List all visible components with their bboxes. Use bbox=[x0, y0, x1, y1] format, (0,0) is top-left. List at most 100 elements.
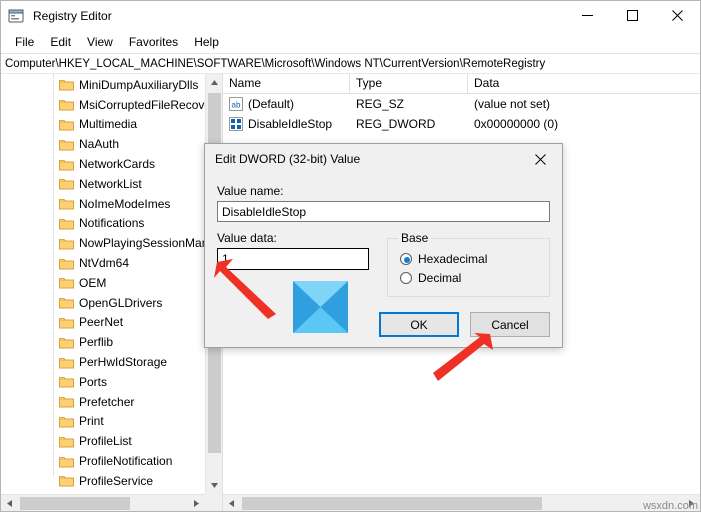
radio-decimal-icon[interactable] bbox=[400, 272, 412, 284]
value-data-label: Value data: bbox=[217, 231, 277, 245]
tree-scroll-down-arrow[interactable] bbox=[206, 477, 222, 494]
dialog-close-button[interactable] bbox=[518, 144, 562, 174]
tree-item-label: Multimedia bbox=[79, 117, 138, 132]
title-bar: Registry Editor bbox=[1, 1, 700, 31]
tree-scroll-left-arrow[interactable] bbox=[1, 495, 18, 511]
menu-bar: File Edit View Favorites Help bbox=[1, 31, 700, 54]
folder-icon bbox=[59, 415, 74, 428]
values-hscrollbar-thumb[interactable] bbox=[242, 497, 542, 510]
tree-item-label: Ports bbox=[79, 374, 108, 389]
tree-item-label: NetworkCards bbox=[79, 157, 156, 172]
maximize-button[interactable] bbox=[610, 1, 655, 31]
folder-icon bbox=[59, 356, 74, 369]
watermark-text: wsxdn.com bbox=[642, 500, 698, 512]
dialog-title: Edit DWORD (32-bit) Value bbox=[215, 152, 361, 166]
tree-item-label: NtVdm64 bbox=[79, 256, 130, 271]
value-type-cell: REG_SZ bbox=[356, 97, 405, 111]
value-name-cell: DisableIdleStop bbox=[223, 117, 350, 131]
menu-item-help[interactable]: Help bbox=[186, 33, 227, 51]
tree-item-label: NetworkList bbox=[79, 176, 142, 191]
tree-item[interactable]: MsiCorruptedFileRecovery bbox=[1, 95, 205, 115]
tree-item[interactable]: NowPlayingSessionManager bbox=[1, 233, 205, 253]
folder-icon bbox=[59, 98, 74, 111]
base-group-legend: Base bbox=[401, 231, 429, 245]
folder-icon bbox=[59, 118, 74, 131]
menu-item-edit[interactable]: Edit bbox=[42, 33, 79, 51]
radio-hexadecimal-label: Hexadecimal bbox=[418, 252, 488, 266]
tree-item-label: NoImeModeImes bbox=[79, 196, 171, 211]
values-scroll-left-arrow[interactable] bbox=[223, 495, 240, 511]
folder-icon bbox=[59, 78, 74, 91]
radio-hexadecimal[interactable]: Hexadecimal bbox=[400, 252, 541, 266]
tree-item[interactable]: NtVdm64 bbox=[1, 253, 205, 273]
column-header-type[interactable]: Type bbox=[350, 74, 468, 93]
value-name-text: (Default) bbox=[248, 97, 295, 111]
tree-item-label: Print bbox=[79, 414, 104, 429]
tree-item-label: NaAuth bbox=[79, 137, 120, 152]
menu-item-file[interactable]: File bbox=[7, 33, 42, 51]
column-header-name[interactable]: Name bbox=[223, 74, 350, 93]
tree-item[interactable]: MiniDumpAuxiliaryDlls bbox=[1, 75, 205, 95]
tree-item[interactable]: OpenGLDrivers bbox=[1, 293, 205, 313]
tree-item[interactable]: OEM bbox=[1, 273, 205, 293]
folder-icon bbox=[59, 316, 74, 329]
tree-scroll-right-arrow[interactable] bbox=[188, 495, 205, 511]
tree-item-label: ProfileNotification bbox=[79, 454, 173, 469]
tree-item-label: MiniDumpAuxiliaryDlls bbox=[79, 77, 199, 92]
registry-tree[interactable]: MiniDumpAuxiliaryDlls MsiCorruptedFileRec… bbox=[1, 74, 205, 494]
folder-icon bbox=[59, 375, 74, 388]
tree-item[interactable]: PeerNet bbox=[1, 313, 205, 333]
value-name-input[interactable] bbox=[217, 201, 550, 222]
tree-item[interactable]: Ports bbox=[1, 372, 205, 392]
close-button[interactable] bbox=[655, 1, 700, 31]
tree-item[interactable]: ProfileNotification bbox=[1, 451, 205, 471]
tree-hscrollbar-thumb[interactable] bbox=[20, 497, 130, 510]
tree-item[interactable]: ProfileList bbox=[1, 431, 205, 451]
folder-icon bbox=[59, 138, 74, 151]
tree-item-label: Prefetcher bbox=[79, 394, 135, 409]
tree-item[interactable]: NetworkCards bbox=[1, 154, 205, 174]
tree-item[interactable]: Print bbox=[1, 412, 205, 432]
value-data-cell: (value not set) bbox=[474, 97, 551, 111]
folder-icon bbox=[59, 336, 74, 349]
value-name-cell: ab (Default) bbox=[223, 97, 350, 111]
radio-hexadecimal-icon[interactable] bbox=[400, 253, 412, 265]
tree-item-label: PerHwIdStorage bbox=[79, 355, 168, 370]
registry-path-text: Computer\HKEY_LOCAL_MACHINE\SOFTWARE\Mic… bbox=[5, 57, 546, 70]
registry-path-bar[interactable]: Computer\HKEY_LOCAL_MACHINE\SOFTWARE\Mic… bbox=[1, 54, 700, 74]
tree-item-label: ProfileService bbox=[79, 473, 154, 488]
value-row[interactable]: ab (Default) REG_SZ (value not set) bbox=[223, 94, 700, 114]
tree-item[interactable]: Notifications bbox=[1, 214, 205, 234]
arrow-pointing-to-ok-button bbox=[432, 333, 494, 386]
menu-item-view[interactable]: View bbox=[79, 33, 121, 51]
tree-item-label: OEM bbox=[79, 275, 107, 290]
tree-item[interactable]: PerHwIdStorage bbox=[1, 352, 205, 372]
tree-item[interactable]: Prefetcher bbox=[1, 392, 205, 412]
svg-text:ab: ab bbox=[232, 101, 241, 110]
dialog-title-bar: Edit DWORD (32-bit) Value bbox=[205, 144, 562, 174]
folder-icon bbox=[59, 237, 74, 250]
base-group: Base Hexadecimal Decimal bbox=[387, 231, 550, 297]
tree-item[interactable]: Perflib bbox=[1, 332, 205, 352]
value-name-text: DisableIdleStop bbox=[248, 117, 333, 131]
column-header-data[interactable]: Data bbox=[468, 74, 700, 93]
tree-item[interactable]: NetworkList bbox=[1, 174, 205, 194]
radio-decimal[interactable]: Decimal bbox=[400, 271, 541, 285]
tree-item[interactable]: Multimedia bbox=[1, 115, 205, 135]
folder-icon bbox=[59, 435, 74, 448]
values-horizontal-scrollbar[interactable] bbox=[223, 494, 700, 511]
tree-item[interactable]: NoImeModeImes bbox=[1, 194, 205, 214]
tree-horizontal-scrollbar[interactable] bbox=[1, 494, 205, 511]
tree-item-label: Notifications bbox=[79, 216, 145, 231]
windows-logo bbox=[293, 281, 348, 333]
tree-item[interactable]: ProfileService bbox=[1, 471, 205, 491]
folder-icon bbox=[59, 455, 74, 468]
arrow-pointing-to-value-data bbox=[213, 258, 279, 323]
dword-value-icon bbox=[229, 117, 243, 131]
minimize-button[interactable] bbox=[565, 1, 610, 31]
tree-item[interactable]: NaAuth bbox=[1, 134, 205, 154]
window-title: Registry Editor bbox=[33, 8, 112, 23]
value-row[interactable]: DisableIdleStop REG_DWORD 0x00000000 (0) bbox=[223, 114, 700, 134]
menu-item-favorites[interactable]: Favorites bbox=[121, 33, 186, 51]
tree-scroll-up-arrow[interactable] bbox=[206, 74, 222, 91]
